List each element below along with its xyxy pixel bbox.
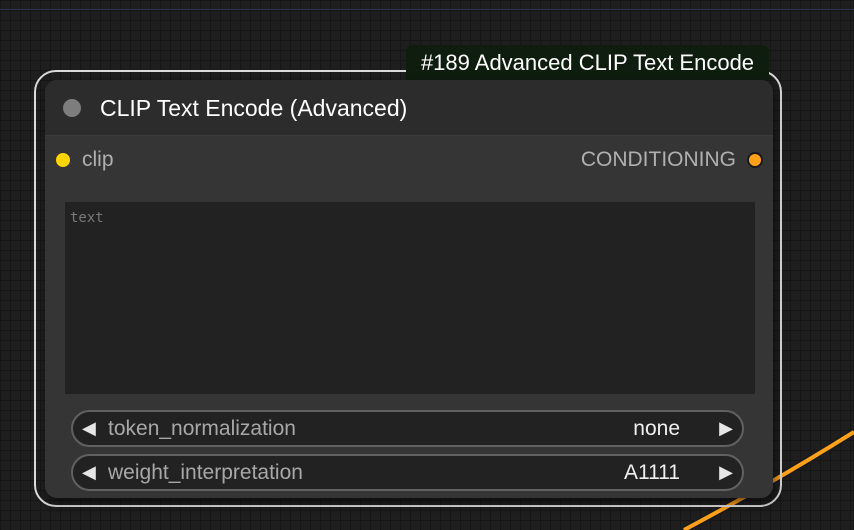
widget-name: token_normalization [108,417,296,440]
token-normalization-combo[interactable]: ◀ token_normalization none ▶ [71,410,744,447]
canvas-top-edge [0,9,854,10]
node-header[interactable]: CLIP Text Encode (Advanced) [45,80,773,136]
clip-text-encode-advanced-node[interactable]: CLIP Text Encode (Advanced) clip CONDITI… [45,80,773,498]
clip-input-label: clip [82,148,114,171]
text-prompt-input[interactable] [65,202,755,394]
collapse-dot-icon[interactable] [63,99,81,117]
node-id-badge: #189 Advanced CLIP Text Encode [406,45,769,80]
triangle-right-icon[interactable]: ▶ [719,412,733,445]
node-title: CLIP Text Encode (Advanced) [100,95,408,121]
widget-name: weight_interpretation [108,461,303,484]
conditioning-output-label: CONDITIONING [580,148,736,171]
triangle-left-icon[interactable]: ◀ [82,456,96,489]
triangle-right-icon[interactable]: ▶ [719,456,733,489]
widget-value: none [633,417,680,440]
clip-input-slot-icon[interactable] [56,153,70,167]
triangle-left-icon[interactable]: ◀ [82,412,96,445]
weight-interpretation-combo[interactable]: ◀ weight_interpretation A1111 ▶ [71,454,744,491]
widget-value: A1111 [623,461,680,484]
conditioning-output-slot-icon[interactable] [747,152,763,168]
